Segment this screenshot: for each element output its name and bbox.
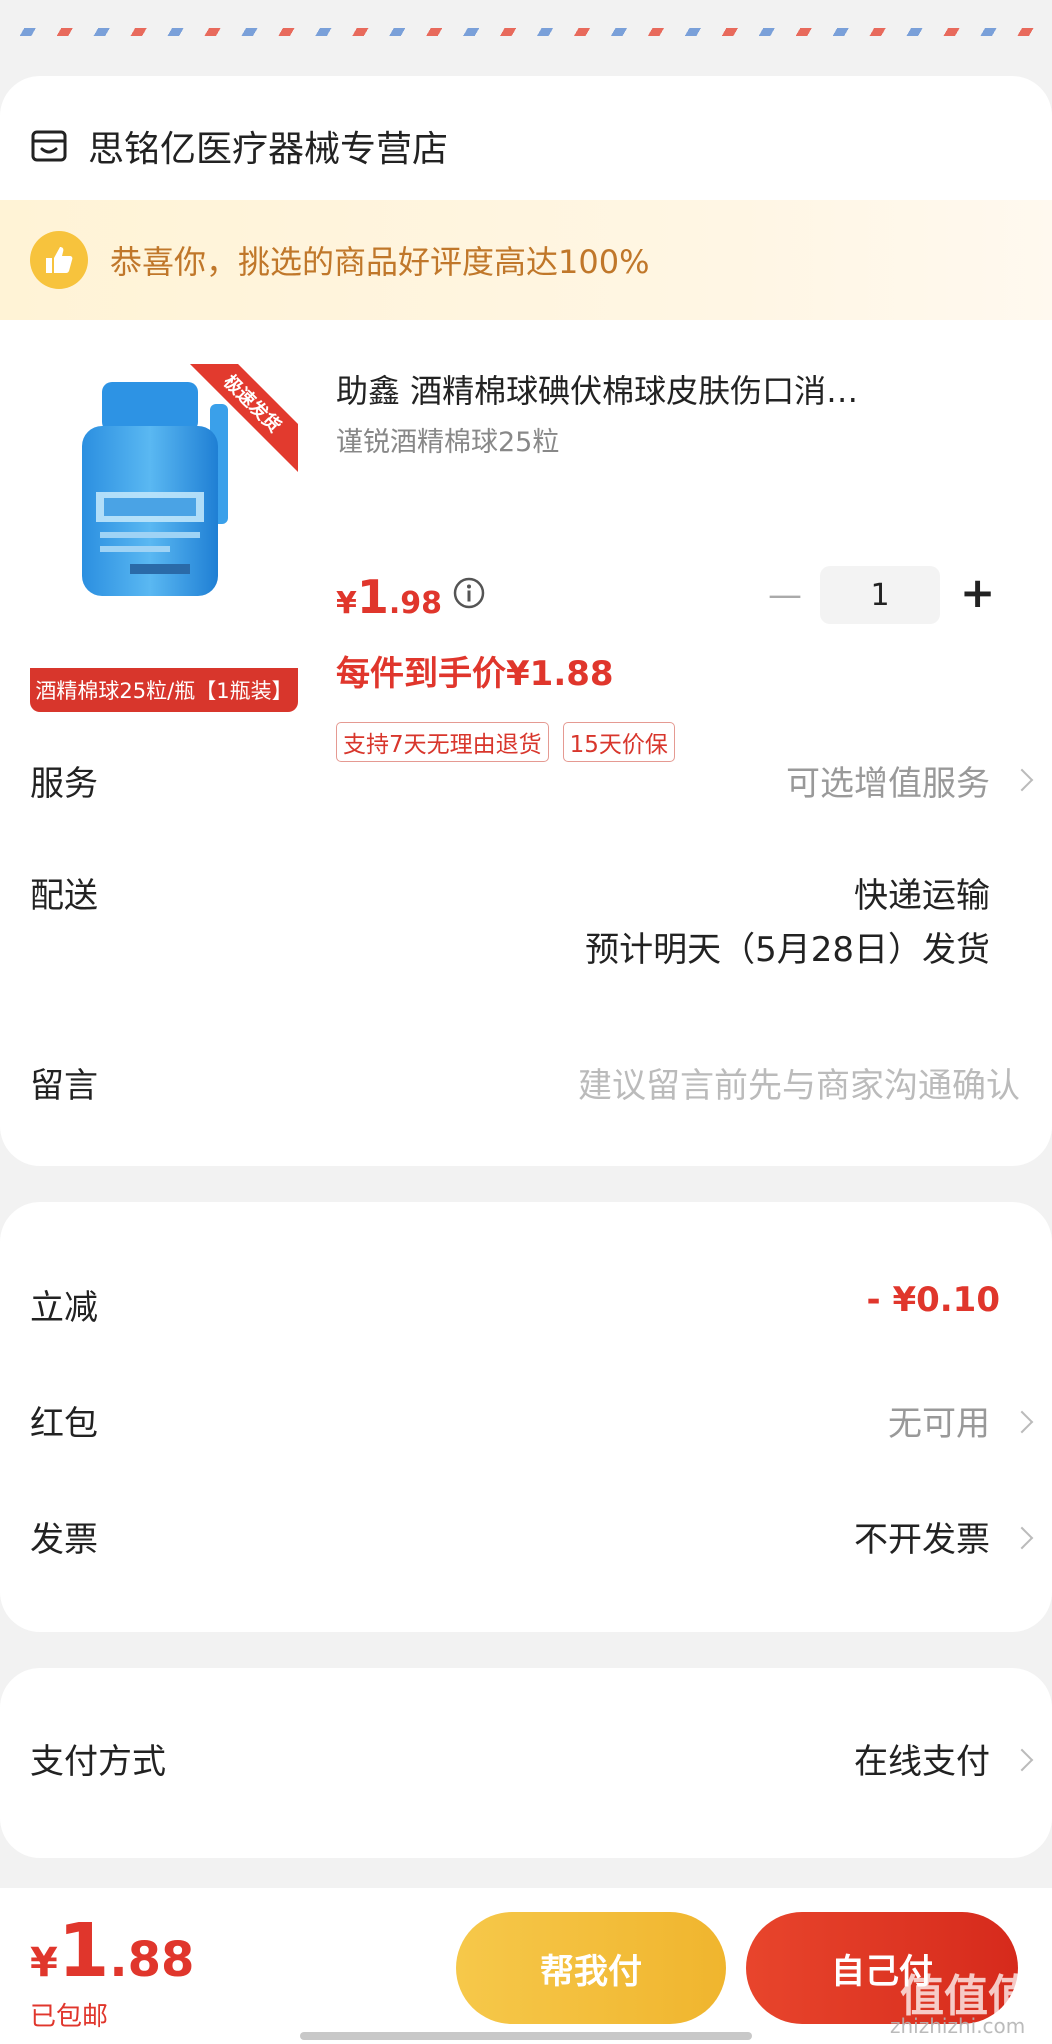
service-label: 服务 bbox=[30, 764, 98, 804]
payment-value: 在线支付 bbox=[854, 1742, 990, 1782]
discount-label: 立减 bbox=[30, 1288, 98, 1328]
service-row[interactable]: 服务 可选增值服务 bbox=[30, 748, 1034, 808]
order-card: 思铭亿医疗器械专营店 恭喜你，挑选的商品好评度高达100% 极速发货 酒精棉球2… bbox=[0, 76, 1052, 1166]
info-icon[interactable] bbox=[452, 576, 486, 610]
discount-row: 立减 - ¥0.10 bbox=[30, 1276, 1030, 1336]
chevron-right-icon bbox=[1010, 768, 1034, 792]
product-price: ¥1.98 bbox=[336, 570, 442, 624]
praise-text: 恭喜你，挑选的商品好评度高达100% bbox=[110, 243, 650, 281]
chevron-right-icon bbox=[1010, 1748, 1034, 1772]
help-me-pay-button[interactable]: 帮我付 bbox=[456, 1912, 726, 2024]
praise-banner: 恭喜你，挑选的商品好评度高达100% bbox=[0, 200, 1052, 320]
message-label: 留言 bbox=[30, 1066, 98, 1106]
quantity-increase-button[interactable]: + bbox=[960, 572, 995, 614]
quantity-decrease-button[interactable]: — bbox=[768, 578, 802, 612]
image-banner: 酒精棉球25粒/瓶【1瓶装】 bbox=[30, 668, 298, 712]
product-title[interactable]: 助鑫 酒精棉球碘伏棉球皮肤伤口消… bbox=[336, 366, 996, 412]
quantity-field[interactable]: 1 bbox=[820, 566, 940, 624]
watermark-url: zhizhizhi.com bbox=[890, 2014, 1026, 2038]
price-decimal: .98 bbox=[388, 586, 443, 621]
total-price: ¥1.88 bbox=[30, 1908, 194, 1994]
chevron-right-icon bbox=[1010, 1410, 1034, 1434]
total-integer: 1 bbox=[57, 1908, 110, 1994]
payment-method-row[interactable]: 支付方式 在线支付 bbox=[30, 1730, 1034, 1790]
free-shipping-note: 已包邮 bbox=[30, 2002, 109, 2032]
invoice-label: 发票 bbox=[30, 1520, 98, 1560]
total-decimal: .88 bbox=[109, 1932, 195, 1988]
message-row[interactable]: 留言 建议留言前先与商家沟通确认 bbox=[30, 1050, 1030, 1110]
thumbs-up-icon bbox=[30, 231, 88, 289]
delivery-row: 配送 快递运输 预计明天（5月28日）发货 bbox=[30, 866, 1030, 976]
total-currency: ¥ bbox=[30, 1940, 58, 1986]
payment-card: 支付方式 在线支付 bbox=[0, 1668, 1052, 1858]
chevron-right-icon bbox=[1010, 1526, 1034, 1550]
invoice-row[interactable]: 发票 不开发票 bbox=[30, 1508, 1034, 1568]
delivery-label: 配送 bbox=[30, 876, 98, 916]
red-packet-label: 红包 bbox=[30, 1404, 98, 1444]
invoice-value: 不开发票 bbox=[854, 1520, 990, 1560]
airmail-stripe-border bbox=[0, 28, 1052, 36]
delivery-eta: 预计明天（5月28日）发货 bbox=[585, 930, 990, 970]
final-price: 每件到手价¥1.88 bbox=[336, 654, 614, 694]
store-name: 思铭亿医疗器械专营店 bbox=[88, 129, 449, 170]
store-header[interactable]: 思铭亿医疗器械专营店 bbox=[30, 116, 448, 176]
store-icon bbox=[31, 130, 67, 162]
price-currency: ¥ bbox=[336, 586, 357, 621]
discount-card: 立减 - ¥0.10 红包 无可用 发票 不开发票 bbox=[0, 1202, 1052, 1632]
product-spec[interactable]: 谨锐酒精棉球25粒 bbox=[336, 420, 559, 459]
price-integer: 1 bbox=[356, 570, 389, 624]
payment-label: 支付方式 bbox=[30, 1742, 166, 1782]
product-image[interactable]: 极速发货 酒精棉球25粒/瓶【1瓶装】 bbox=[30, 364, 298, 712]
service-value: 可选增值服务 bbox=[786, 764, 990, 804]
message-input[interactable]: 建议留言前先与商家沟通确认 bbox=[578, 1058, 1020, 1107]
home-indicator[interactable] bbox=[300, 2032, 752, 2040]
delivery-method: 快递运输 bbox=[854, 876, 990, 916]
red-packet-row[interactable]: 红包 无可用 bbox=[30, 1392, 1034, 1452]
red-packet-value: 无可用 bbox=[888, 1404, 990, 1444]
discount-value: - ¥0.10 bbox=[866, 1280, 1001, 1320]
